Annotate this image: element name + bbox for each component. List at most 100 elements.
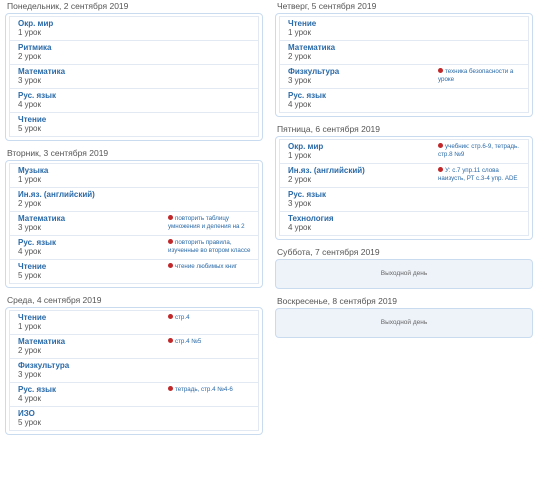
homework: повторить правила, изученные во втором к… [168, 238, 258, 257]
lesson-number: 1 урок [288, 28, 311, 37]
subject-link[interactable]: Рус. язык [18, 91, 168, 100]
subject-link[interactable]: Физкультура [288, 67, 438, 76]
lesson-info: Музыка 1 урок [18, 166, 168, 185]
subject-link[interactable]: Ин.яз. (английский) [18, 190, 168, 199]
lesson-row: Рус. язык 4 урок тетрадь, стр.4 №4-6 [9, 383, 259, 407]
right-column: Четверг, 5 сентября 2019 Чтение 1 урок Мате… [275, 0, 533, 344]
homework-link[interactable]: повторить правила, изученные во втором к… [168, 239, 250, 254]
lesson-number: 2 урок [18, 199, 41, 208]
lesson-info: Чтение 1 урок [288, 19, 438, 38]
day-card: Чтение 1 урок стр.4 Математика 2 урок стр.4 №… [5, 307, 263, 435]
homework-dot-icon [168, 238, 173, 244]
lesson-row: Математика 3 урок [9, 65, 259, 89]
lesson-number: 4 урок [18, 394, 41, 403]
day-block: Среда, 4 сентября 2019 Чтение 1 урок стр.4 М… [5, 294, 263, 435]
day-title: Пятница, 6 сентября 2019 [277, 124, 380, 134]
day-title: Понедельник, 2 сентября 2019 [7, 1, 129, 11]
day-block: Воскресенье, 8 сентября 2019 Выходной ден… [275, 295, 533, 338]
subject-link[interactable]: Окр. мир [288, 142, 438, 151]
subject-link[interactable]: Чтение [18, 115, 168, 124]
subject-link[interactable]: Математика [18, 337, 168, 346]
homework-dot-icon [438, 166, 443, 172]
lesson-info: Физкультура 3 урок [18, 361, 168, 380]
subject-link[interactable]: Чтение [288, 19, 438, 28]
homework [168, 409, 258, 428]
homework [168, 115, 258, 134]
subject-link[interactable]: Рус. язык [18, 238, 168, 247]
lesson-row: Рус. язык 4 урок [9, 89, 259, 113]
lesson-info: Рус. язык 3 урок [288, 190, 438, 209]
subject-link[interactable]: Математика [18, 214, 168, 223]
subject-link[interactable]: Чтение [18, 313, 168, 322]
day-card: Чтение 1 урок Математика 2 урок Физкультура 3… [275, 13, 533, 117]
lesson-info: Математика 2 урок [18, 337, 168, 356]
lesson-row: Чтение 1 урок стр.4 [9, 310, 259, 335]
lesson-row: Физкультура 3 урок техника безопасности а … [279, 65, 529, 89]
weekend-placeholder: Выходной день [275, 308, 533, 338]
homework-dot-icon [168, 385, 173, 391]
lesson-row: Математика 2 урок стр.4 №5 [9, 335, 259, 359]
lesson-info: Ин.яз. (английский) 2 урок [18, 190, 168, 209]
lesson-number: 3 урок [288, 76, 311, 85]
subject-link[interactable]: Рус. язык [18, 385, 168, 394]
subject-link[interactable]: ИЗО [18, 409, 168, 418]
subject-link[interactable]: Ритмика [18, 43, 168, 52]
lesson-row: Рус. язык 4 урок повторить правила, изучен… [9, 236, 259, 260]
homework-dot-icon [168, 214, 173, 220]
lesson-row: Математика 3 урок повторить таблицу умноже… [9, 212, 259, 236]
lesson-info: Чтение 5 урок [18, 262, 168, 281]
lesson-info: Окр. мир 1 урок [288, 142, 438, 161]
subject-link[interactable]: Окр. мир [18, 19, 168, 28]
left-column: Понедельник, 2 сентября 2019 Окр. мир 1 ур… [5, 0, 263, 441]
homework: повторить таблицу умножения и деления на… [168, 214, 258, 233]
lesson-number: 1 урок [288, 151, 311, 160]
lesson-number: 2 урок [18, 52, 41, 61]
lesson-row: Окр. мир 1 урок [9, 16, 259, 41]
homework [438, 43, 528, 62]
lesson-row: Ин.яз. (английский) 2 урок [9, 188, 259, 212]
homework [168, 190, 258, 209]
subject-link[interactable]: Ин.яз. (английский) [288, 166, 438, 175]
lesson-info: ИЗО 5 урок [18, 409, 168, 428]
lesson-number: 5 урок [18, 418, 41, 427]
subject-link[interactable]: Математика [18, 67, 168, 76]
homework: тетрадь, стр.4 №4-6 [168, 385, 258, 404]
homework: стр.4 №5 [168, 337, 258, 356]
homework-link[interactable]: чтение любимых книг [175, 263, 237, 270]
lesson-row: Ритмика 2 урок [9, 41, 259, 65]
homework [438, 190, 528, 209]
homework-dot-icon [438, 142, 443, 148]
day-block: Пятница, 6 сентября 2019 Окр. мир 1 урок уч… [275, 123, 533, 240]
homework [168, 91, 258, 110]
subject-link[interactable]: Математика [288, 43, 438, 52]
lesson-number: 1 урок [18, 175, 41, 184]
subject-link[interactable]: Физкультура [18, 361, 168, 370]
day-block: Суббота, 7 сентября 2019 Выходной день [275, 246, 533, 289]
homework: учебник: стр.6-9, тетрадь. стр.8 №9 [438, 142, 528, 161]
subject-link[interactable]: Музыка [18, 166, 168, 175]
lesson-row: Физкультура 3 урок [9, 359, 259, 383]
lesson-info: Ин.яз. (английский) 2 урок [288, 166, 438, 185]
lesson-row: Рус. язык 3 урок [279, 188, 529, 212]
homework-link[interactable]: учебник: стр.6-9, тетрадь. стр.8 №9 [438, 143, 519, 158]
subject-link[interactable]: Рус. язык [288, 190, 438, 199]
homework-link[interactable]: стр.4 №5 [175, 338, 201, 345]
day-block: Понедельник, 2 сентября 2019 Окр. мир 1 ур… [5, 0, 263, 141]
homework [168, 361, 258, 380]
lesson-number: 4 урок [288, 100, 311, 109]
subject-link[interactable]: Рус. язык [288, 91, 438, 100]
lesson-row: Технология 4 урок [279, 212, 529, 236]
lesson-info: Математика 2 урок [288, 43, 438, 62]
homework-dot-icon [168, 313, 173, 319]
lesson-info: Чтение 5 урок [18, 115, 168, 134]
day-card: Окр. мир 1 урок учебник: стр.6-9, тетрадь.… [275, 136, 533, 240]
homework: стр.4 [168, 313, 258, 332]
homework-link[interactable]: У: с.7 упр.11 слова наизусть, РТ с.3-4 у… [438, 167, 518, 182]
homework-link[interactable]: повторить таблицу умножения и деления на… [168, 215, 245, 230]
homework-link[interactable]: техника безопасности а уроке [438, 68, 513, 83]
subject-link[interactable]: Технология [288, 214, 438, 223]
homework-link[interactable]: тетрадь, стр.4 №4-6 [175, 386, 233, 393]
homework-link[interactable]: стр.4 [175, 314, 190, 321]
day-block: Вторник, 3 сентября 2019 Музыка 1 урок Ин.я… [5, 147, 263, 288]
subject-link[interactable]: Чтение [18, 262, 168, 271]
